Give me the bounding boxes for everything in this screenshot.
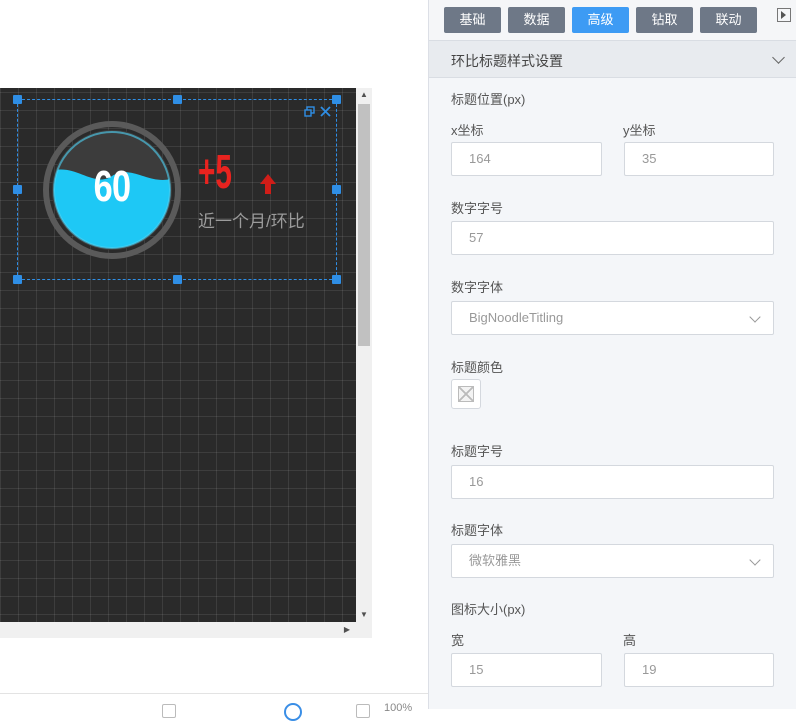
section-title: 环比标题样式设置 — [451, 53, 563, 69]
panel-collapse-icon[interactable] — [777, 8, 791, 22]
number-font-select[interactable]: BigNoodleTitling — [451, 301, 774, 335]
title-color-picker[interactable] — [451, 379, 481, 409]
resize-handle-top-left[interactable] — [13, 95, 22, 104]
number-font-value: BigNoodleTitling — [469, 310, 564, 325]
up-arrow-icon — [260, 174, 276, 194]
tab-advanced[interactable]: 高级 — [572, 7, 629, 33]
y-coordinate-input[interactable]: 35 — [624, 142, 774, 176]
resize-handle-top-right[interactable] — [332, 95, 341, 104]
period-label: 近一个月/环比 — [198, 212, 305, 231]
chevron-down-icon[interactable] — [772, 51, 785, 64]
resize-handle-right[interactable] — [332, 185, 341, 194]
resize-handle-bottom-left[interactable] — [13, 275, 22, 284]
icon-width-input[interactable]: 15 — [451, 653, 602, 687]
x-coordinate-label: x坐标 — [451, 123, 484, 138]
y-coordinate-label: y坐标 — [623, 123, 656, 138]
style-settings-form: 标题位置(px) x坐标 y坐标 164 35 数字字号 57 数字字体 Big… — [429, 78, 796, 709]
zoom-out-button[interactable] — [162, 704, 176, 718]
chevron-down-icon — [749, 554, 761, 566]
zoom-slider-knob[interactable] — [284, 703, 302, 721]
zoom-level: 100% — [384, 702, 413, 714]
height-label: 高 — [623, 633, 637, 648]
title-size-input[interactable]: 16 — [451, 465, 774, 499]
resize-handle-bottom-right[interactable] — [332, 275, 341, 284]
chevron-down-icon — [749, 311, 761, 323]
scrollbar-thumb[interactable] — [358, 104, 370, 346]
tab-linkage[interactable]: 联动 — [700, 7, 757, 33]
zoom-bar: 100% — [0, 693, 428, 721]
title-font-value: 微软雅黑 — [469, 553, 522, 568]
tab-drill[interactable]: 钻取 — [636, 7, 693, 33]
resize-handle-left[interactable] — [13, 185, 22, 194]
design-canvas-area: 60 +5 近一个月/环比 ▲ ▼ ▶ 100% — [0, 0, 428, 721]
restore-icon[interactable] — [304, 106, 315, 120]
scroll-down-icon[interactable]: ▼ — [356, 608, 372, 622]
properties-panel: 基础 数据 高级 钻取 联动 环比标题样式设置 标题位置(px) x坐标 y坐标… — [428, 0, 796, 709]
width-label: 宽 — [451, 633, 465, 648]
horizontal-scrollbar[interactable]: ▶ — [0, 622, 372, 638]
widget-toolbar — [304, 106, 333, 120]
scroll-right-icon[interactable]: ▶ — [340, 622, 354, 638]
scroll-up-icon[interactable]: ▲ — [356, 88, 372, 102]
panel-tabs: 基础 数据 高级 钻取 联动 — [429, 0, 796, 40]
x-coordinate-input[interactable]: 164 — [451, 142, 602, 176]
title-color-label: 标题颜色 — [451, 360, 504, 375]
tab-data[interactable]: 数据 — [508, 7, 565, 33]
vertical-scrollbar[interactable]: ▲ ▼ — [356, 88, 372, 622]
number-size-input[interactable]: 57 — [451, 221, 774, 255]
icon-size-label: 图标大小(px) — [451, 602, 526, 617]
number-font-label: 数字字体 — [451, 280, 504, 295]
zoom-in-button[interactable] — [356, 704, 370, 718]
empty-color-icon — [458, 386, 474, 402]
title-position-label: 标题位置(px) — [451, 92, 526, 107]
title-size-label: 标题字号 — [451, 444, 504, 459]
icon-height-input[interactable]: 19 — [624, 653, 774, 687]
close-icon[interactable] — [320, 106, 331, 120]
delta-value: +5 — [198, 146, 232, 199]
title-font-select[interactable]: 微软雅黑 — [451, 544, 774, 578]
resize-handle-top[interactable] — [173, 95, 182, 104]
gauge-value: 60 — [93, 162, 131, 211]
tab-basic[interactable]: 基础 — [444, 7, 501, 33]
section-header[interactable]: 环比标题样式设置 — [429, 40, 796, 78]
resize-handle-bottom[interactable] — [173, 275, 182, 284]
title-font-label: 标题字体 — [451, 523, 504, 538]
number-size-label: 数字字号 — [451, 201, 504, 216]
